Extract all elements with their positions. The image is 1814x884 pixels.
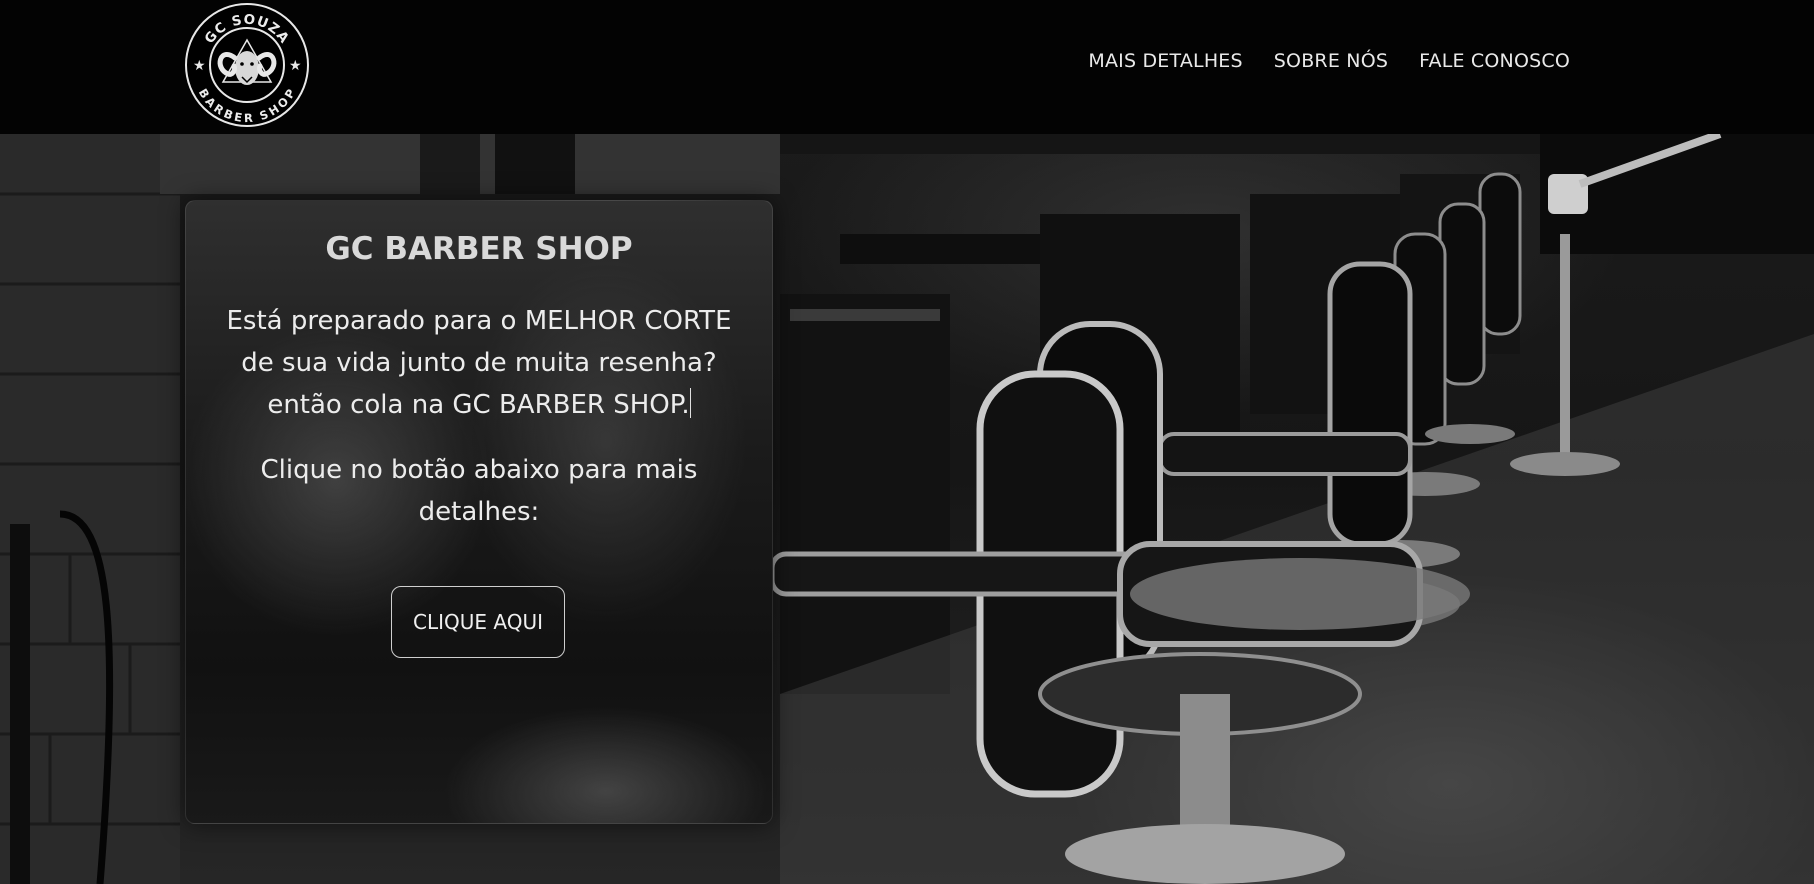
card-title: GC BARBER SHOP	[325, 231, 633, 267]
hero-card: GC BARBER SHOP Está preparado para o MEL…	[185, 200, 773, 824]
card-intro-text: Está preparado para o MELHOR CORTE de su…	[226, 306, 732, 420]
ram-head-logo-icon: ★ ★ GC SOUZA BARBER SHOP	[185, 3, 309, 127]
card-intro: Está preparado para o MELHOR CORTE de su…	[208, 300, 750, 426]
main-nav: MAIS DETALHES SOBRE NÓS FALE CONOSCO	[1088, 50, 1570, 72]
nav-mais-detalhes[interactable]: MAIS DETALHES	[1088, 50, 1242, 72]
card-cta-text: Clique no botão abaixo para mais detalhe…	[260, 455, 698, 527]
svg-text:★: ★	[193, 58, 206, 74]
brand-logo[interactable]: ★ ★ GC SOUZA BARBER SHOP	[184, 2, 310, 128]
clique-aqui-button[interactable]: CLIQUE AQUI	[391, 586, 565, 658]
landing-page: ★ ★ GC SOUZA BARBER SHOP MAIS DETALHES S…	[0, 0, 1814, 884]
site-header: ★ ★ GC SOUZA BARBER SHOP MAIS DETALHES S…	[0, 0, 1814, 134]
text-cursor	[689, 388, 691, 418]
nav-sobre-nos[interactable]: SOBRE NÓS	[1274, 50, 1388, 72]
svg-text:★: ★	[289, 58, 302, 74]
nav-fale-conosco[interactable]: FALE CONOSCO	[1419, 50, 1570, 72]
